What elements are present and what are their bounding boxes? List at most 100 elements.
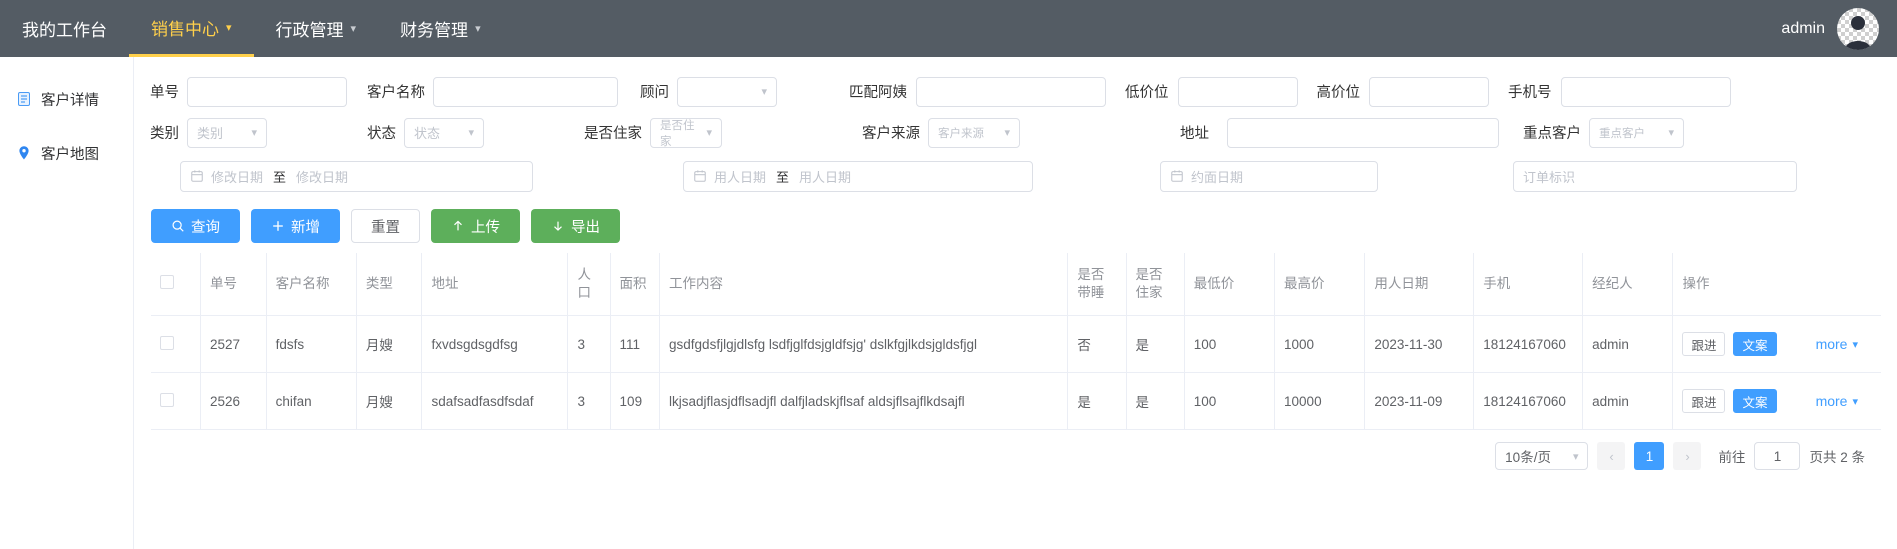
user-icon [1845,15,1871,50]
nav-item-admin-management[interactable]: 行政管理 ▾ [254,0,379,57]
chevron-down-icon: ▾ [1852,338,1858,351]
match-aunt-input[interactable] [916,76,1106,107]
document-icon [16,91,32,107]
filter-live-in: 是否住家 是否住家 ▾ [584,117,722,148]
customer-name-input[interactable] [433,76,618,107]
filter-status: 状态 状态 ▾ [367,117,484,148]
select-all-checkbox[interactable] [160,274,174,289]
cell-address: sdafsadfasdfsdaf [421,372,569,431]
filter-label: 顾问 [640,85,669,101]
cell-agent: admin [1582,372,1674,431]
row-select-cell [151,372,201,431]
key-customer-select[interactable]: 重点客户 ▾ [1589,117,1684,148]
row-checkbox[interactable] [160,392,174,407]
add-button[interactable]: 新增 [251,209,340,243]
copywriting-button[interactable]: 文案 [1733,332,1777,357]
modify-date-start[interactable]: 修改日期 [211,167,263,186]
more-actions-button[interactable]: more ▾ [1816,336,1872,352]
jump-page-input[interactable]: 1 [1754,442,1801,471]
high-price-input[interactable] [1369,76,1489,107]
chevron-down-icon: ▾ [1852,395,1858,408]
sidebar-item-customer-map[interactable]: 客户地图 [0,135,133,171]
consultant-select[interactable]: ▾ [677,76,777,107]
low-price-input[interactable] [1177,76,1298,107]
nav-item-finance-management[interactable]: 财务管理 ▾ [378,0,503,57]
prev-page-button[interactable]: ‹ [1597,442,1626,471]
page-number-1[interactable]: 1 [1634,442,1665,471]
status-select[interactable]: 状态 ▾ [404,117,484,148]
address-input[interactable] [1227,117,1499,148]
filter-customer-name: 客户名称 [367,76,618,107]
upload-button[interactable]: 上传 [431,209,520,243]
column-min-price: 最低价 [1184,253,1276,317]
reset-button[interactable]: 重置 [351,209,420,243]
employ-date-range-picker[interactable]: 用人日期 至 用人日期 [683,160,1033,192]
cell-area: 109 [610,372,661,431]
cell-address: fxvdsgdsgdfsg [421,315,569,374]
table-row[interactable]: 2526 chifan 月嫂 sdafsadfasdfsdaf 3 109 lk… [151,372,1881,431]
calendar-icon [1170,169,1184,183]
status-value: 状态 [414,126,441,141]
nav-item-label: 行政管理 [275,21,344,40]
follow-up-button[interactable]: 跟进 [1682,332,1726,357]
page-size-label: 10条/页 [1505,450,1551,466]
filter-address: 地址 [1180,117,1499,148]
live-in-select[interactable]: 是否住家 ▾ [650,117,722,148]
cell-order-no: 2526 [200,372,267,431]
chevron-down-icon: ▾ [1572,450,1579,463]
chevron-down-icon: ▾ [706,127,712,139]
live-in-value: 是否住家 [660,119,695,148]
export-button[interactable]: 导出 [531,209,620,243]
phone-input[interactable] [1560,76,1731,107]
filter-high-price: 高价位 [1317,76,1489,107]
sidebar-item-customer-details[interactable]: 客户详情 [0,81,133,117]
filter-label: 是否住家 [584,126,642,142]
top-header: 我的工作台 销售中心 ▾ 行政管理 ▾ 财务管理 ▾ admin [0,0,1897,57]
modify-date-range-picker[interactable]: 修改日期 至 修改日期 [180,160,533,192]
order-no-input[interactable] [187,76,347,107]
cell-operations: 跟进 文案 more ▾ [1672,372,1881,431]
cell-phone: 18124167060 [1473,372,1584,431]
employ-date-start[interactable]: 用人日期 [714,167,766,186]
cell-min-price: 100 [1184,372,1276,431]
row-checkbox[interactable] [160,335,174,350]
calendar-icon [190,169,204,183]
filter-label: 类别 [150,126,179,142]
filter-label: 单号 [150,85,179,101]
cell-live-in: 是 [1126,372,1185,431]
column-address: 地址 [421,253,569,317]
button-label: 导出 [571,219,600,236]
more-actions-button[interactable]: more ▾ [1816,393,1872,409]
employ-date-end[interactable]: 用人日期 [799,167,851,186]
copywriting-button[interactable]: 文案 [1733,389,1777,414]
sidebar: 客户详情 客户地图 [0,57,133,549]
select-all-header [151,253,201,317]
follow-up-button[interactable]: 跟进 [1682,389,1726,414]
download-icon [551,219,565,233]
nav-item-workbench[interactable]: 我的工作台 [0,0,129,57]
next-page-button[interactable]: › [1673,442,1702,471]
filter-label: 客户名称 [367,85,425,101]
order-mark-value: 订单标识 [1523,169,1576,185]
meet-date-picker[interactable]: 约面日期 [1160,160,1378,192]
cell-type: 月嫂 [356,372,423,431]
column-max-price: 最高价 [1274,253,1366,317]
nav-item-sales-center[interactable]: 销售中心 ▾ [129,0,254,57]
filter-phone: 手机号 [1508,76,1731,107]
modify-date-end[interactable]: 修改日期 [296,167,348,186]
category-value: 类别 [197,126,224,141]
table-row[interactable]: 2527 fdsfs 月嫂 fxvdsgdsgdfsg 3 111 gsdfgd… [151,315,1881,374]
location-pin-icon [16,145,32,161]
column-type: 类型 [356,253,423,317]
order-mark-input[interactable]: 订单标识 [1513,160,1797,192]
page-size-select[interactable]: 10条/页 ▾ [1495,442,1589,471]
customer-source-value: 客户来源 [938,127,984,140]
header-user-area[interactable]: admin [1781,0,1879,57]
column-work-content: 工作内容 [659,253,1069,317]
column-order-no: 单号 [200,253,267,317]
search-button[interactable]: 查询 [151,209,240,243]
customer-source-select[interactable]: 客户来源 ▾ [928,117,1020,148]
date-range-separator: 至 [776,169,790,185]
avatar[interactable] [1837,7,1879,50]
category-select[interactable]: 类别 ▾ [187,117,267,148]
